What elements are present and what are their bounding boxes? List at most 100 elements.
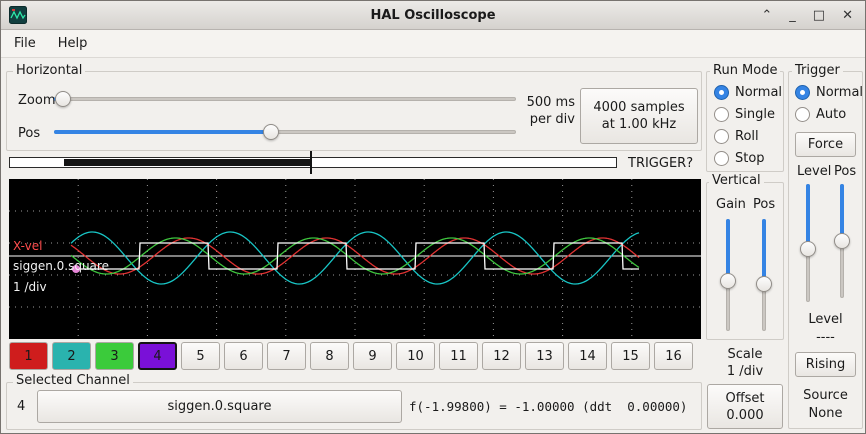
run-mode-radio-group: Normal Single Roll Stop	[714, 81, 782, 169]
radio-roll[interactable]: Roll	[714, 125, 782, 147]
vertical-pos-slider[interactable]	[756, 219, 772, 331]
trigger-source-caption: Source	[789, 388, 862, 403]
channel-button-14[interactable]: 14	[568, 342, 607, 370]
channel-button-7[interactable]: 7	[267, 342, 306, 370]
channel-button-6[interactable]: 6	[224, 342, 263, 370]
radio-label: Auto	[816, 107, 846, 122]
vertical-pos-label: Pos	[753, 197, 775, 212]
trigger-level-caption: Level	[789, 312, 862, 327]
pos-slider-fill	[54, 130, 271, 134]
trigger-level-slider[interactable]	[800, 184, 816, 302]
channel-button-4[interactable]: 4	[138, 342, 177, 370]
maximize-icon[interactable]: □	[813, 8, 825, 23]
close-icon[interactable]: ✕	[842, 8, 853, 23]
radio-auto[interactable]: Auto	[795, 103, 863, 125]
trigger-pos-slider-label: Pos	[834, 164, 856, 179]
trigger-frame: NormalAuto Force Level Pos Level ---- Ri…	[788, 71, 863, 429]
trigger-level-knob[interactable]	[800, 241, 816, 257]
window-controls: ⌃ _ □ ✕	[761, 1, 853, 30]
minimize-icon[interactable]: _	[789, 8, 796, 23]
channel-button-2[interactable]: 2	[52, 342, 91, 370]
radio-dot	[795, 85, 810, 100]
scope-display[interactable]: X-vel siggen.0.square 1 /div	[9, 179, 701, 339]
samples-button[interactable]: 4000 samples at 1.00 kHz	[580, 88, 698, 144]
channel-button-5[interactable]: 5	[181, 342, 220, 370]
pos-slider[interactable]	[54, 124, 516, 140]
record-window	[64, 159, 310, 166]
channel-button-1[interactable]: 1	[9, 342, 48, 370]
trigger-source-value: None	[789, 406, 862, 421]
channel-button-16[interactable]: 16	[654, 342, 693, 370]
trigger-pos-slider[interactable]	[834, 184, 850, 298]
radio-dot	[714, 107, 729, 122]
vertical-pos-knob[interactable]	[756, 276, 772, 292]
menu-file[interactable]: File	[14, 36, 36, 51]
trigger-position-marker	[310, 151, 312, 174]
scale-caption: Scale	[706, 347, 784, 362]
vertical-pos-fill	[762, 219, 766, 284]
radio-dot	[714, 151, 729, 166]
radio-normal[interactable]: Normal	[714, 81, 782, 103]
vertical-gain-slider[interactable]	[720, 219, 736, 331]
vertical-gain-fill	[726, 219, 730, 281]
radio-single[interactable]: Single	[714, 103, 782, 125]
channel-button-10[interactable]: 10	[396, 342, 435, 370]
record-position-bar[interactable]	[9, 157, 617, 168]
channel-button-12[interactable]: 12	[482, 342, 521, 370]
radio-dot	[714, 85, 729, 100]
zoom-slider-knob[interactable]	[55, 91, 71, 107]
channel-pin-button[interactable]: siggen.0.square	[37, 390, 402, 423]
radio-dot	[714, 129, 729, 144]
title-bar[interactable]: HAL Oscilloscope ⌃ _ □ ✕	[1, 1, 865, 30]
channel-button-11[interactable]: 11	[439, 342, 478, 370]
trigger-radio-group: Normal Auto	[795, 81, 863, 125]
pos-slider-knob[interactable]	[263, 124, 279, 140]
force-button[interactable]: Force	[795, 132, 856, 157]
run-mode-frame: Normal Single Roll Stop	[706, 71, 784, 172]
selected-channel-frame-label: Selected Channel	[13, 373, 133, 388]
hal-oscilloscope-window: HAL Oscilloscope ⌃ _ □ ✕ File Help Horiz…	[0, 0, 866, 434]
horizontal-frame: Zoom Pos 500 ms per div 4000 samples at …	[6, 71, 702, 151]
trigger-pos-knob[interactable]	[834, 233, 850, 249]
radio-dot	[795, 107, 810, 122]
channel-row: 12345678910111213141516	[9, 342, 693, 370]
time-per-div: 500 ms per div	[517, 94, 575, 128]
run-mode-frame-label: Run Mode	[710, 63, 780, 78]
selected-channel-number: 4	[17, 399, 25, 414]
trigger-question-label: TRIGGER?	[628, 156, 693, 171]
scope-channel1-label: X-vel	[13, 239, 42, 253]
channel-button-9[interactable]: 9	[353, 342, 392, 370]
pos-label: Pos	[18, 126, 40, 141]
vertical-gain-knob[interactable]	[720, 273, 736, 289]
vertical-frame-label: Vertical	[709, 173, 764, 188]
channel-button-15[interactable]: 15	[611, 342, 650, 370]
radio-normal[interactable]: Normal	[795, 81, 863, 103]
app-icon	[9, 6, 27, 24]
window-title: HAL Oscilloscope	[1, 8, 865, 23]
radio-label: Single	[735, 107, 775, 122]
channel-value-readout: f(-1.99800) = -1.00000 (ddt 0.00000)	[409, 399, 687, 414]
vertical-frame: Gain Pos	[706, 182, 784, 340]
channel-button-8[interactable]: 8	[310, 342, 349, 370]
trigger-level-value: ----	[789, 330, 862, 345]
radio-stop[interactable]: Stop	[714, 147, 782, 169]
radio-label: Normal	[735, 85, 782, 100]
radio-label: Roll	[735, 129, 759, 144]
zoom-slider[interactable]	[54, 91, 516, 107]
zoom-slider-track	[54, 97, 516, 101]
trigger-level-fill	[806, 184, 810, 249]
menu-help[interactable]: Help	[58, 36, 88, 51]
offset-button[interactable]: Offset 0.000	[707, 384, 783, 429]
radio-label: Normal	[816, 85, 863, 100]
channel-button-13[interactable]: 13	[525, 342, 564, 370]
selected-channel-frame: 4 siggen.0.square f(-1.99800) = -1.00000…	[6, 382, 702, 430]
scope-scale-label: 1 /div	[13, 280, 47, 294]
scope-selected-channel-label: siggen.0.square	[13, 259, 109, 273]
rising-button[interactable]: Rising	[795, 352, 856, 377]
scope-waveform-svg	[9, 179, 701, 339]
radio-label: Stop	[735, 151, 765, 166]
shade-icon[interactable]: ⌃	[761, 8, 772, 23]
channel-button-3[interactable]: 3	[95, 342, 134, 370]
trigger-frame-label: Trigger	[792, 63, 843, 78]
horizontal-frame-label: Horizontal	[13, 63, 85, 78]
